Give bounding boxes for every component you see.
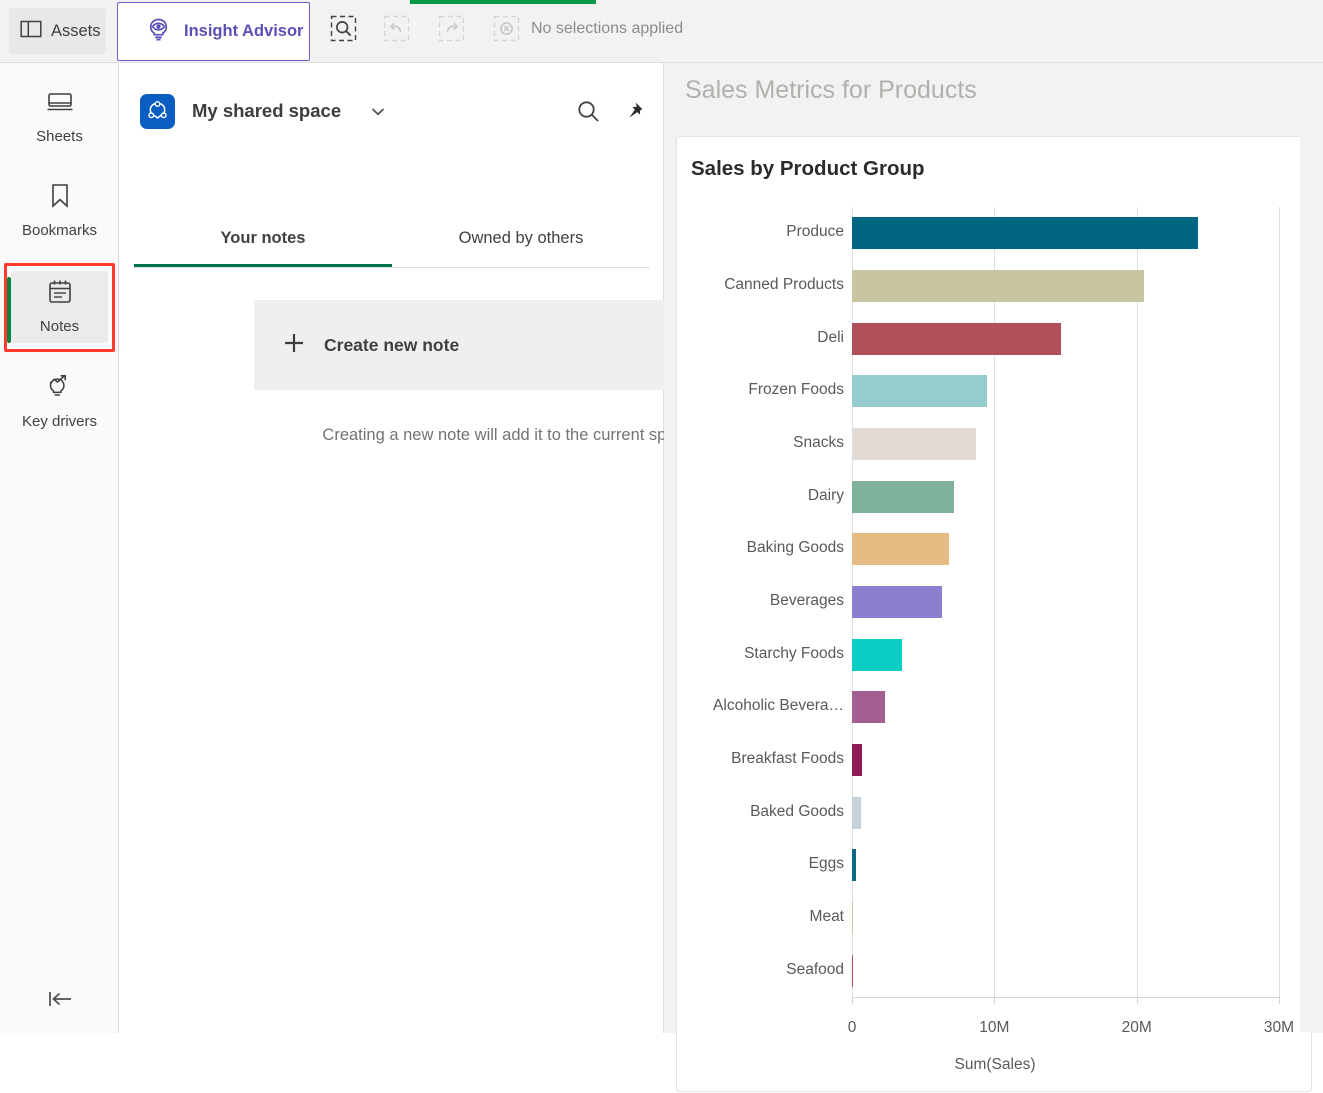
sidebar-item-sheets[interactable]: Sheets: [11, 81, 108, 153]
space-name-label: My shared space: [192, 100, 342, 121]
chart-category-label[interactable]: Snacks: [677, 434, 852, 452]
chart-x-tick-mark: [994, 997, 996, 1004]
chart-bar[interactable]: [852, 217, 1198, 250]
back-selection-button: [381, 15, 411, 47]
chart-bar[interactable]: [852, 744, 862, 776]
chart-category-label[interactable]: Breakfast Foods: [677, 750, 852, 768]
chart-category-label[interactable]: Meat: [677, 908, 852, 926]
chart-gridline: [1136, 207, 1138, 997]
sheet-area: Sales Metrics for Products Sales by Prod…: [664, 62, 1323, 1092]
clear-selections-button: [491, 15, 521, 47]
notes-panel: My shared space Your notes Owned by othe…: [120, 62, 766, 1033]
sidebar-item-notes-label: Notes: [39, 318, 80, 335]
notes-calendar-icon: [48, 279, 72, 309]
chart-bar[interactable]: [852, 533, 949, 566]
sidebar-item-key-drivers-label: Key drivers: [21, 413, 98, 430]
plus-icon: [283, 332, 305, 359]
chart-x-tick-mark: [1136, 997, 1138, 1004]
chart-category-label[interactable]: Eggs: [677, 855, 852, 873]
key-drivers-icon: [46, 374, 73, 404]
collapse-panel-button[interactable]: [42, 983, 78, 1019]
chart-category-label[interactable]: Beverages: [677, 592, 852, 610]
sidebar-item-key-drivers[interactable]: Key drivers: [11, 366, 108, 438]
sidebar-item-sheets-label: Sheets: [36, 127, 83, 145]
tab-your-notes[interactable]: Your notes: [134, 209, 392, 267]
chart-category-label[interactable]: Frozen Foods: [677, 381, 852, 399]
space-header: My shared space: [140, 78, 644, 144]
chart-gridline: [1279, 207, 1280, 997]
tab-assets-label: Assets: [51, 21, 101, 40]
redo-selection-icon: [438, 15, 465, 47]
chart-category-label[interactable]: Alcoholic Bevera…: [677, 697, 852, 715]
vertical-scrollbar[interactable]: [1300, 63, 1314, 1032]
tab-your-notes-label: Your notes: [220, 228, 306, 247]
sidebar-item-bookmarks-label: Bookmarks: [21, 222, 98, 239]
shared-space-icon: [140, 93, 175, 129]
undo-selection-icon: [383, 15, 410, 47]
tabs-divider: [134, 267, 650, 268]
smart-search-button[interactable]: [328, 15, 358, 47]
pin-icon[interactable]: [623, 101, 644, 122]
chart-x-tick-label: 0: [847, 1019, 857, 1036]
chart-category-label[interactable]: Dairy: [677, 487, 852, 505]
page-title: Sales Metrics for Products: [685, 76, 977, 104]
chart-category-label[interactable]: Deli: [677, 329, 852, 347]
smart-search-icon: [330, 15, 357, 47]
sidebar-item-notes[interactable]: Notes: [11, 271, 108, 343]
chart-x-axis-title: Sum(Sales): [954, 1056, 1036, 1073]
chart-category-label[interactable]: Baking Goods: [677, 539, 852, 557]
chart-bar[interactable]: [852, 375, 988, 408]
chevron-down-icon[interactable]: [370, 106, 386, 117]
tab-assets[interactable]: Assets: [9, 8, 106, 54]
tab-owned-by-others[interactable]: Owned by others: [392, 209, 650, 267]
chart-category-label[interactable]: Seafood: [677, 961, 852, 979]
tab-owned-by-others-label: Owned by others: [458, 228, 584, 247]
chart-x-tick-label: 20M: [1121, 1019, 1152, 1036]
lightbulb-eye-icon: [146, 17, 171, 47]
chart-bar[interactable]: [852, 270, 1144, 302]
chart-bar[interactable]: [852, 954, 853, 987]
chart-bar[interactable]: [852, 638, 902, 671]
notes-tabs: Your notes Owned by others: [134, 209, 650, 267]
sheet-accent-bar: [410, 0, 596, 4]
forward-selection-button: [436, 15, 466, 47]
chart-bar[interactable]: [852, 586, 943, 618]
chart-category-label[interactable]: Baked Goods: [677, 803, 852, 821]
chart-bar[interactable]: [852, 428, 976, 460]
sidebar-item-bookmarks[interactable]: Bookmarks: [11, 175, 108, 247]
bookmark-icon: [50, 183, 70, 213]
collapse-left-icon: [47, 989, 74, 1014]
chart-bar[interactable]: [852, 796, 862, 829]
search-icon[interactable]: [576, 99, 601, 124]
chart-bar[interactable]: [852, 322, 1062, 355]
chart-x-tick-label: 10M: [979, 1019, 1010, 1036]
top-toolbar: Assets Insight Advisor No selections app…: [0, 0, 1323, 62]
chart-category-label[interactable]: Produce: [677, 223, 852, 241]
chart-category-label[interactable]: Canned Products: [677, 276, 852, 294]
chart-x-tick-mark: [852, 997, 853, 1004]
tab-insight-advisor-label: Insight Advisor: [184, 22, 304, 40]
selection-status-text: No selections applied: [531, 20, 684, 37]
tab-insight-advisor[interactable]: Insight Advisor: [117, 2, 310, 61]
chart-bar[interactable]: [852, 849, 856, 882]
clear-selections-icon: [493, 15, 520, 47]
chart-bar[interactable]: [852, 691, 885, 724]
bar-chart-plot[interactable]: Produce Canned Products Deli Frozen Foods Sn…: [677, 137, 1313, 1093]
chart-bar[interactable]: [852, 480, 955, 513]
chart-category-label[interactable]: Starchy Foods: [677, 645, 852, 663]
chart-card[interactable]: Sales by Product Group Produce Canned Pro…: [676, 136, 1312, 1092]
panel-layout-icon: [20, 19, 42, 44]
chart-x-tick-mark: [1279, 997, 1280, 1004]
sheets-icon: [47, 90, 73, 119]
chart-x-axis-line: [852, 997, 1279, 998]
create-new-note-label: Create new note: [324, 334, 460, 355]
chart-bar[interactable]: [852, 902, 853, 934]
left-rail: Sheets Bookmarks Notes Key drivers: [0, 62, 119, 1033]
